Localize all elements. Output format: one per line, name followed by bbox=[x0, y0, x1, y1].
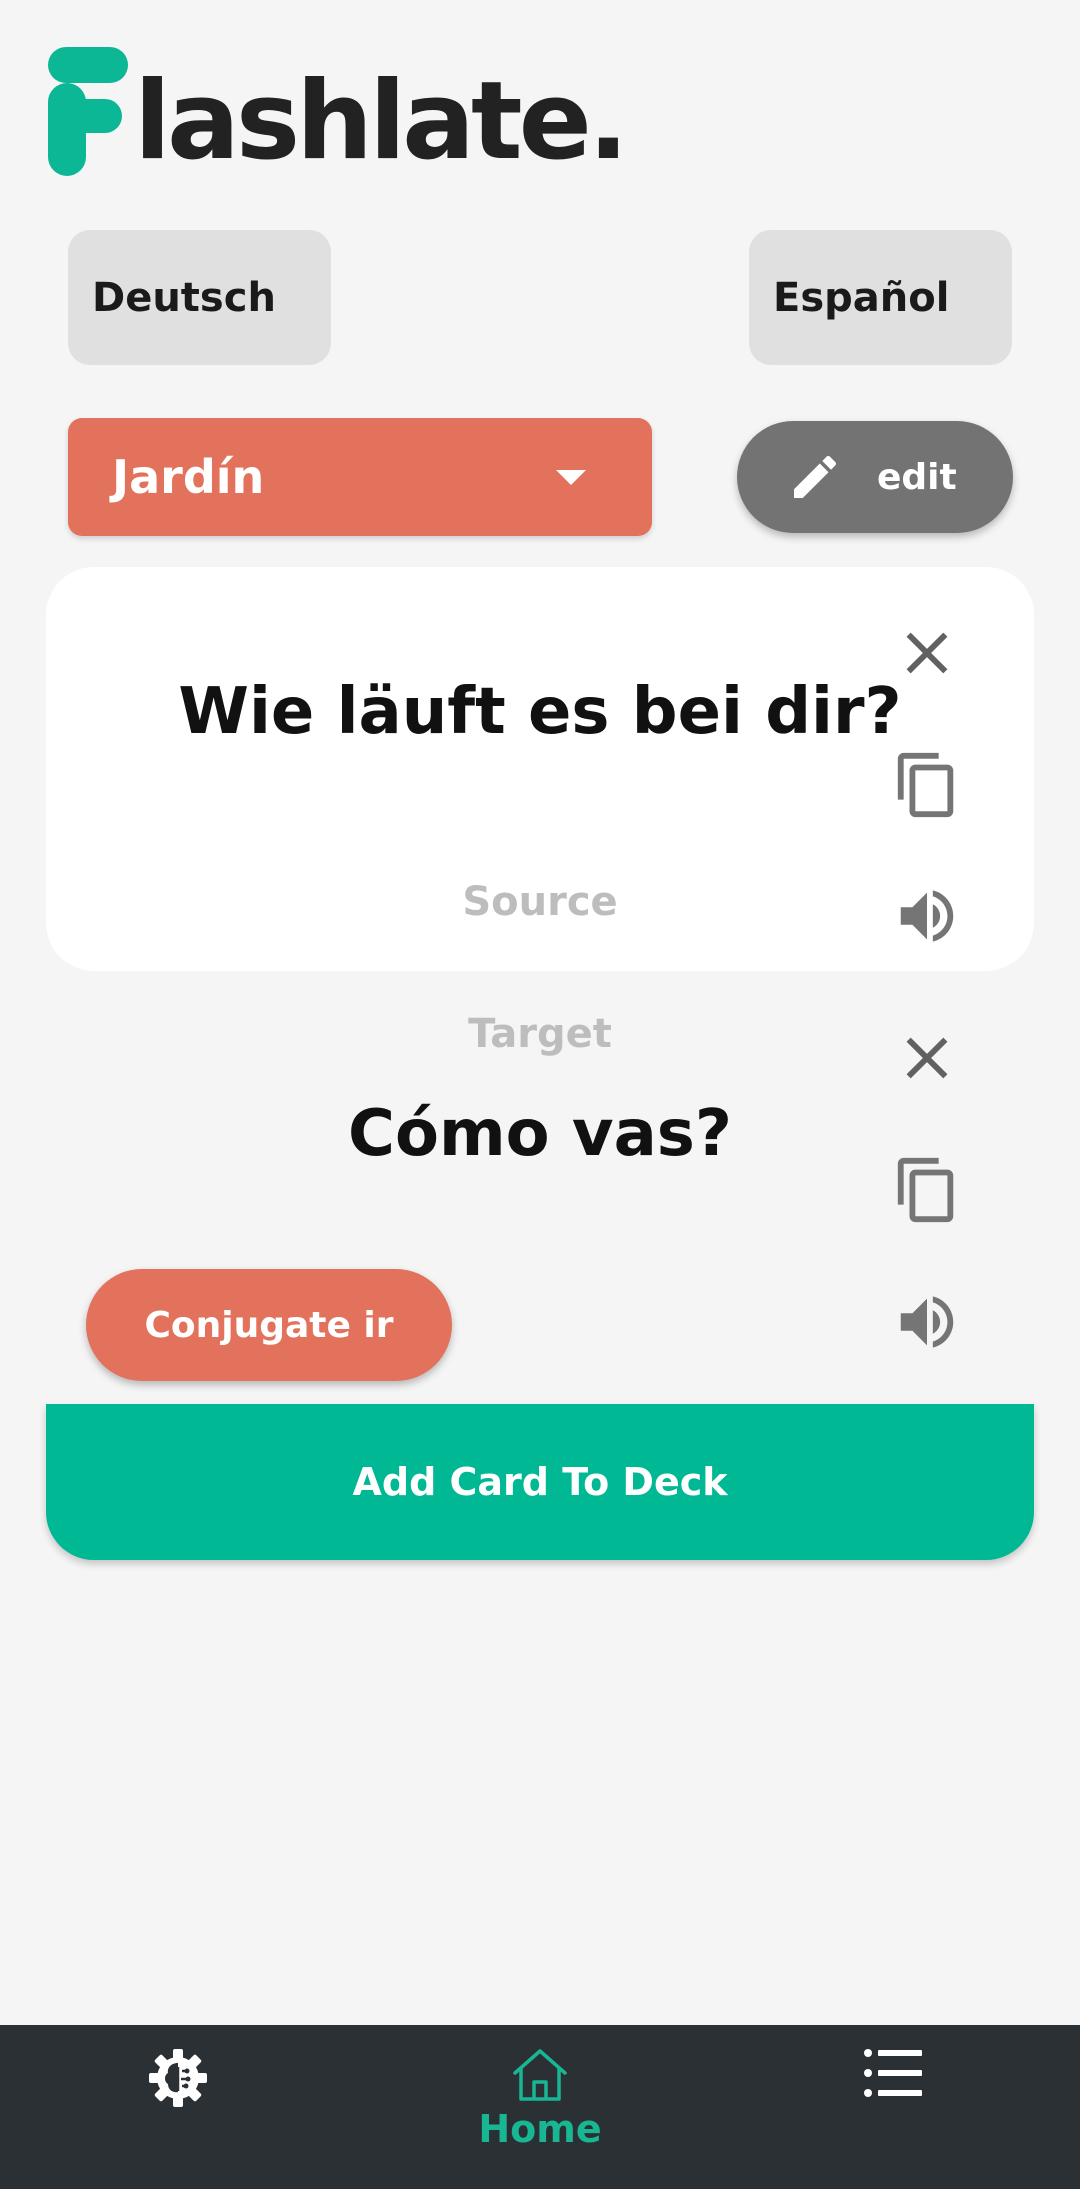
speak-source-button[interactable] bbox=[892, 881, 962, 951]
nav-item-list[interactable] bbox=[862, 2045, 924, 2101]
clear-target-button[interactable] bbox=[892, 1023, 962, 1093]
source-phrase[interactable]: Wie läuft es bei dir? bbox=[46, 675, 1034, 749]
close-icon bbox=[906, 1037, 948, 1079]
speaker-icon bbox=[900, 1296, 954, 1348]
logo-text: lashlate. bbox=[134, 59, 629, 184]
home-icon bbox=[513, 2049, 567, 2101]
copy-target-button[interactable] bbox=[892, 1155, 962, 1225]
logo-mark-icon bbox=[44, 43, 130, 178]
deck-selected-label: Jardín bbox=[112, 450, 265, 504]
copy-icon bbox=[897, 1157, 954, 1223]
edit-deck-button[interactable]: edit bbox=[737, 421, 1013, 533]
source-card: Wie läuft es bei dir? Source bbox=[46, 567, 1034, 971]
speak-target-button[interactable] bbox=[892, 1287, 962, 1357]
dropdown-arrow-icon bbox=[556, 470, 586, 485]
close-icon bbox=[906, 632, 948, 674]
add-card-button[interactable]: Add Card To Deck bbox=[46, 1404, 1034, 1560]
nav-item-settings[interactable] bbox=[145, 2045, 211, 2111]
settings-brain-icon bbox=[149, 2049, 207, 2107]
nav-label-home: Home bbox=[478, 2107, 602, 2151]
target-label: Target bbox=[468, 1011, 612, 1057]
target-phrase[interactable]: Cómo vas? bbox=[46, 1097, 1034, 1171]
target-language-button[interactable]: Español bbox=[749, 230, 1012, 365]
edit-label: edit bbox=[877, 456, 957, 498]
copy-icon bbox=[897, 752, 954, 818]
bottom-navigation: Home bbox=[0, 2025, 1080, 2189]
clear-source-button[interactable] bbox=[892, 618, 962, 688]
copy-source-button[interactable] bbox=[892, 750, 962, 820]
pencil-icon bbox=[794, 455, 837, 498]
app-logo: lashlate. bbox=[44, 38, 629, 184]
deck-dropdown[interactable]: Jardín bbox=[68, 418, 652, 536]
conjugate-button[interactable]: Conjugate ir bbox=[86, 1269, 452, 1381]
app-screen: lashlate. Deutsch Español Jardín edit Wi… bbox=[0, 0, 1080, 2189]
source-label: Source bbox=[462, 879, 618, 925]
speaker-icon bbox=[900, 890, 954, 942]
target-card: Target Cómo vas? Conjugate ir bbox=[46, 971, 1034, 1404]
nav-item-home[interactable]: Home bbox=[474, 2045, 606, 2151]
list-icon bbox=[864, 2049, 922, 2097]
source-language-button[interactable]: Deutsch bbox=[68, 230, 331, 365]
